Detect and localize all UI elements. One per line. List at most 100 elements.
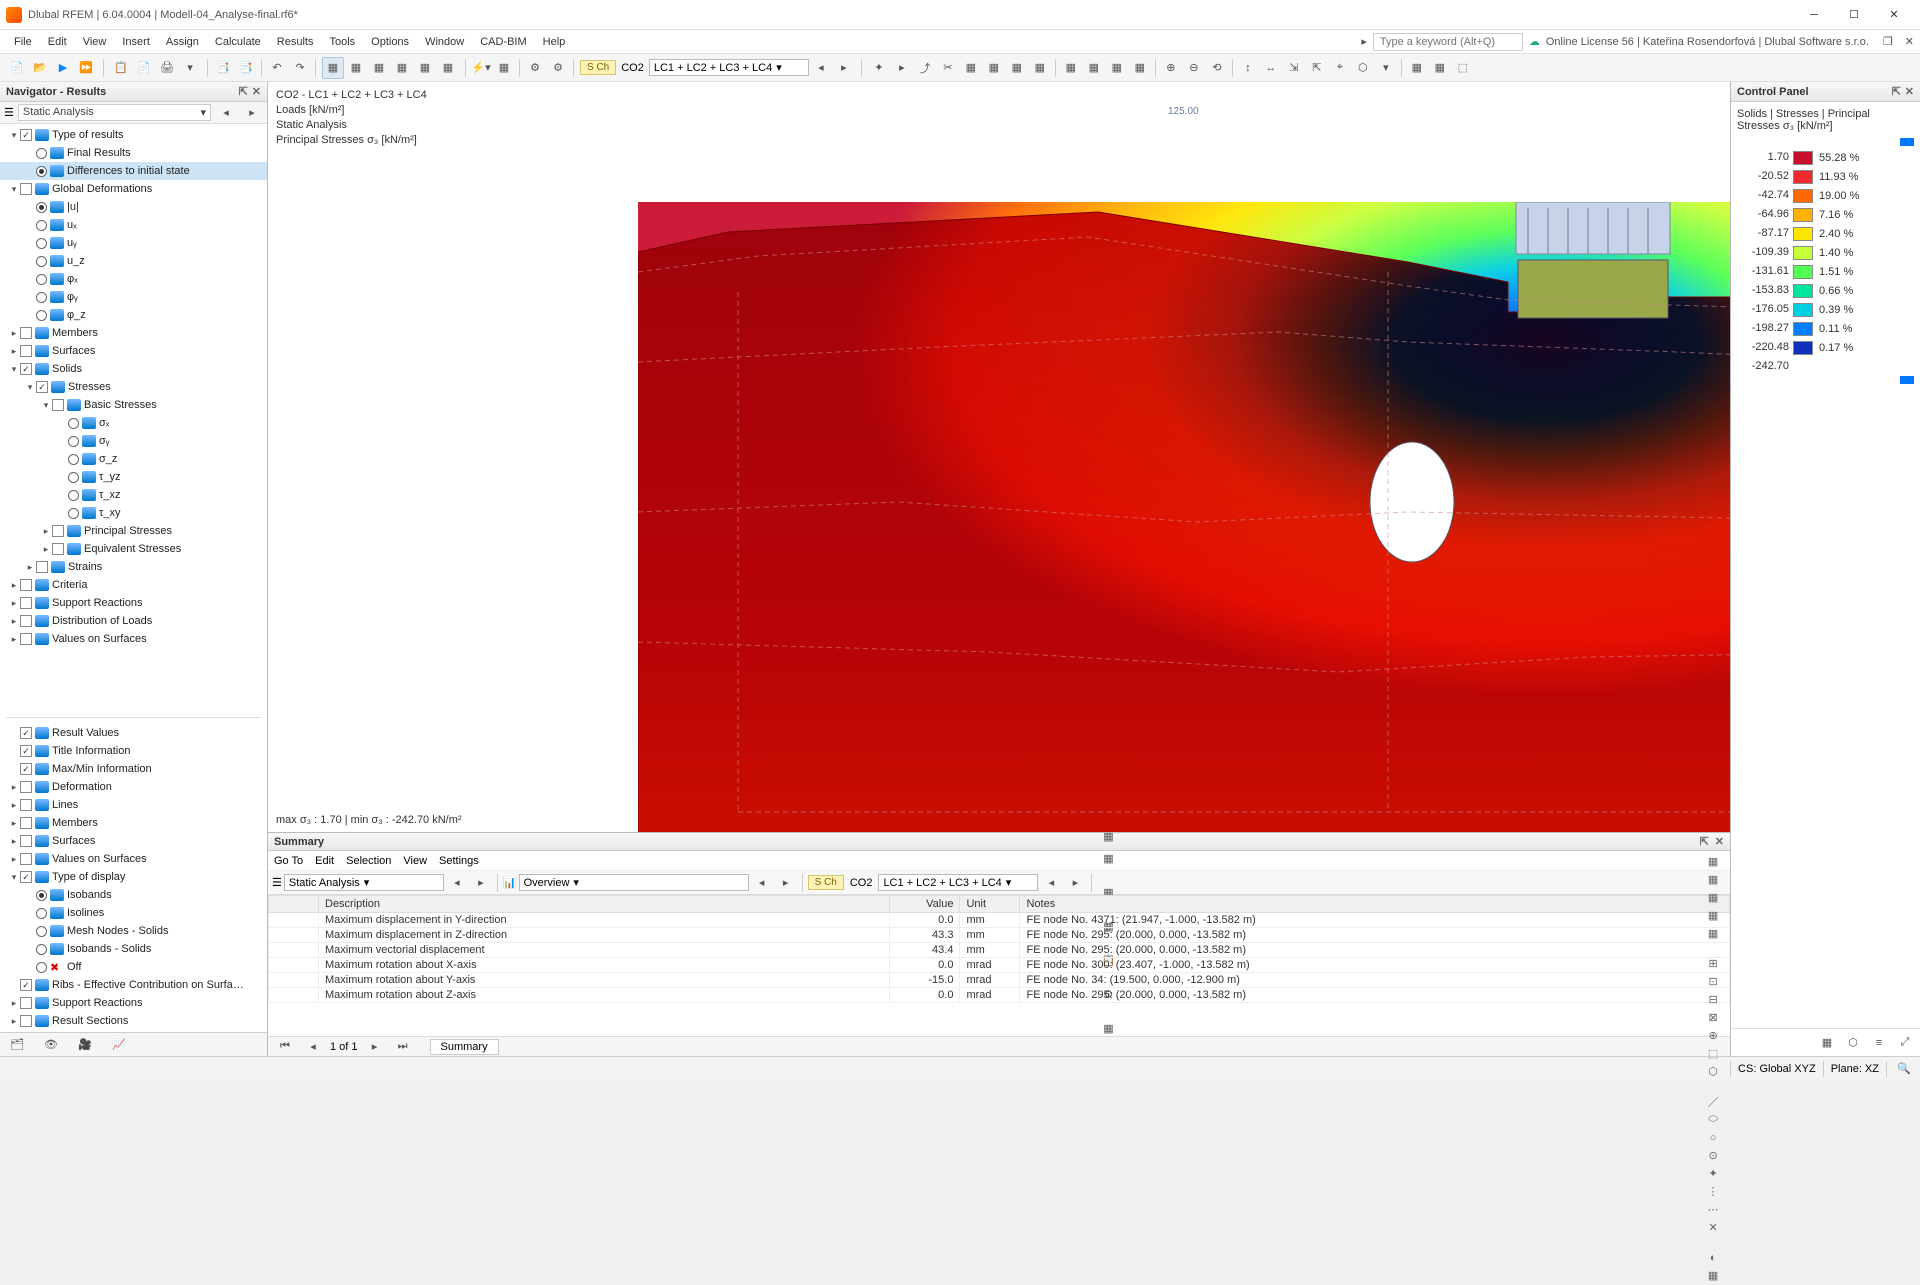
tb-extra-2[interactable]: ⤴ [914, 57, 936, 79]
tree-node[interactable]: Mesh Nodes - Solids [0, 922, 267, 940]
tree-node[interactable]: ▸Result Sections [0, 1012, 267, 1030]
minimize-button[interactable]: ─ [1794, 1, 1834, 29]
tree-node[interactable]: ✓Ribs - Effective Contribution on Surfa… [0, 976, 267, 994]
filter-prev-button[interactable]: ◂ [215, 102, 237, 124]
report-button[interactable]: 📑 [212, 57, 234, 79]
nav-tab-3[interactable]: 🎥 [74, 1034, 96, 1056]
panel-close-button[interactable]: ✕ [252, 85, 261, 98]
menu-help[interactable]: Help [535, 33, 574, 51]
tree-node[interactable]: ▸Surfaces [0, 342, 267, 360]
tree-node[interactable]: ▸Equivalent Stresses [0, 540, 267, 558]
cp-btn-3[interactable]: ≡ [1868, 1032, 1890, 1054]
tb-extra-10[interactable]: ▦ [1083, 57, 1105, 79]
sum-next-2[interactable]: ▸ [775, 872, 797, 894]
prev-case-button[interactable]: ◂ [810, 57, 832, 79]
summary-overview-combo[interactable]: Overview▾ [519, 874, 749, 891]
tb-extra-0[interactable]: ✦ [868, 57, 890, 79]
status-btn-2[interactable]: ▦ [1703, 889, 1723, 907]
status-btn-7[interactable]: ⊡ [1703, 973, 1723, 991]
tree-node[interactable]: ✖Off [0, 958, 267, 976]
pin-icon[interactable]: ⇱ [239, 85, 248, 98]
cp-btn-4[interactable]: ⤢ [1894, 1032, 1916, 1054]
print-button[interactable]: 🖨 [156, 57, 178, 79]
menu-assign[interactable]: Assign [158, 33, 207, 51]
menu-insert[interactable]: Insert [114, 33, 158, 51]
tb-extra-7[interactable]: ▦ [1029, 57, 1051, 79]
filter-next-button[interactable]: ▸ [241, 102, 263, 124]
tb-extra-27[interactable]: ▦ [1429, 57, 1451, 79]
save-button[interactable]: ▶ [52, 57, 74, 79]
undo-button[interactable]: ↶ [266, 57, 288, 79]
tree-node[interactable]: ▸Values on Surfaces [0, 630, 267, 648]
filter-button[interactable]: ⚡▾ [470, 57, 492, 79]
summary-close-button[interactable]: ✕ [1715, 835, 1724, 848]
sum-prev-1[interactable]: ◂ [446, 872, 468, 894]
tb-extra-28[interactable]: ⬚ [1452, 57, 1474, 79]
cp-close-button[interactable]: ✕ [1905, 85, 1914, 98]
summary-tab[interactable]: Summary [430, 1039, 499, 1055]
tb-extra-15[interactable]: ⊖ [1183, 57, 1205, 79]
tb-extra-16[interactable]: ⟲ [1206, 57, 1228, 79]
tree-node[interactable]: uᵧ [0, 234, 267, 252]
tb-extra-6[interactable]: ▦ [1006, 57, 1028, 79]
status-btn-15[interactable]: ⬭ [1703, 1111, 1723, 1129]
view-btn-2[interactable]: ▦ [345, 57, 367, 79]
tree-node[interactable]: ▾✓Solids [0, 360, 267, 378]
summary-menu-view[interactable]: View [403, 855, 427, 867]
tree-node[interactable]: ▸Values on Surfaces [0, 850, 267, 868]
view-btn-6[interactable]: ▦ [437, 57, 459, 79]
status-btn-3[interactable]: ▦ [1703, 907, 1723, 925]
view-btn-3[interactable]: ▦ [368, 57, 390, 79]
tb-extra-21[interactable]: ⇱ [1306, 57, 1328, 79]
close-button[interactable]: ✕ [1874, 1, 1914, 29]
results-tree[interactable]: ▾✓Type of resultsFinal ResultsDifference… [0, 124, 267, 713]
tb-extra-1[interactable]: ▸ [891, 57, 913, 79]
tree-node[interactable]: τ_xy [0, 504, 267, 522]
tree-node[interactable]: Differences to initial state [0, 162, 267, 180]
menu-view[interactable]: View [75, 33, 115, 51]
analysis-filter-combo[interactable]: Static Analysis▾ [18, 104, 211, 121]
tree-node[interactable]: Final Results [0, 144, 267, 162]
tree-node[interactable]: |u| [0, 198, 267, 216]
tree-node[interactable]: ✓Title Information [0, 742, 267, 760]
nav-tab-2[interactable]: 👁 [40, 1034, 62, 1056]
prev-page-button[interactable]: ◂ [302, 1036, 324, 1058]
tree-node[interactable]: Isobands - Solids [0, 940, 267, 958]
status-btn-23[interactable]: ◐ [1703, 1249, 1723, 1267]
model-viewport[interactable]: CO2 - LC1 + LC2 + LC3 + LC4 Loads [kN/m²… [268, 82, 1730, 832]
tb-extra-26[interactable]: ▦ [1406, 57, 1428, 79]
tree-node[interactable]: u_z [0, 252, 267, 270]
load-combo[interactable]: LC1 + LC2 + LC3 + LC4▾ [649, 59, 809, 76]
tree-node[interactable]: σₓ [0, 414, 267, 432]
tb-extra-3[interactable]: ✂ [937, 57, 959, 79]
status-btn-21[interactable]: ✕ [1703, 1219, 1723, 1237]
summary-loadcombo[interactable]: LC1 + LC2 + LC3 + LC4▾ [878, 874, 1038, 891]
tree-node[interactable]: ▸Members [0, 814, 267, 832]
view-btn-1[interactable]: ▦ [322, 57, 344, 79]
status-btn-0[interactable]: ▦ [1703, 853, 1723, 871]
sum-next-3[interactable]: ▸ [1064, 872, 1086, 894]
tree-node[interactable]: ▾✓Type of display [0, 868, 267, 886]
menu-cad-bim[interactable]: CAD-BIM [472, 33, 534, 51]
status-btn-12[interactable]: ⬡ [1703, 1063, 1723, 1081]
tree-node[interactable]: ✓Max/Min Information [0, 760, 267, 778]
sum-prev-2[interactable]: ◂ [751, 872, 773, 894]
tree-node[interactable]: ▸Distribution of Loads [0, 612, 267, 630]
restore-child-button[interactable]: ❐ [1883, 35, 1893, 48]
status-btn-8[interactable]: ⊟ [1703, 991, 1723, 1009]
menu-results[interactable]: Results [269, 33, 322, 51]
status-btn-16[interactable]: ○ [1703, 1129, 1723, 1147]
tb-extra-12[interactable]: ▦ [1129, 57, 1151, 79]
summary-menu-edit[interactable]: Edit [315, 855, 334, 867]
open-button[interactable]: 📂 [29, 57, 51, 79]
sum-prev-3[interactable]: ◂ [1040, 872, 1062, 894]
menu-edit[interactable]: Edit [40, 33, 75, 51]
view-btn-4[interactable]: ▦ [391, 57, 413, 79]
tree-node[interactable]: ▾✓Type of results [0, 126, 267, 144]
maximize-button[interactable]: ☐ [1834, 1, 1874, 29]
sum-next-1[interactable]: ▸ [470, 872, 492, 894]
tree-node[interactable]: ▸Strains [0, 558, 267, 576]
calculate-button-2[interactable]: ⚙ [547, 57, 569, 79]
tree-node[interactable]: Isolines [0, 904, 267, 922]
last-page-button[interactable]: ⏭ [392, 1036, 414, 1058]
